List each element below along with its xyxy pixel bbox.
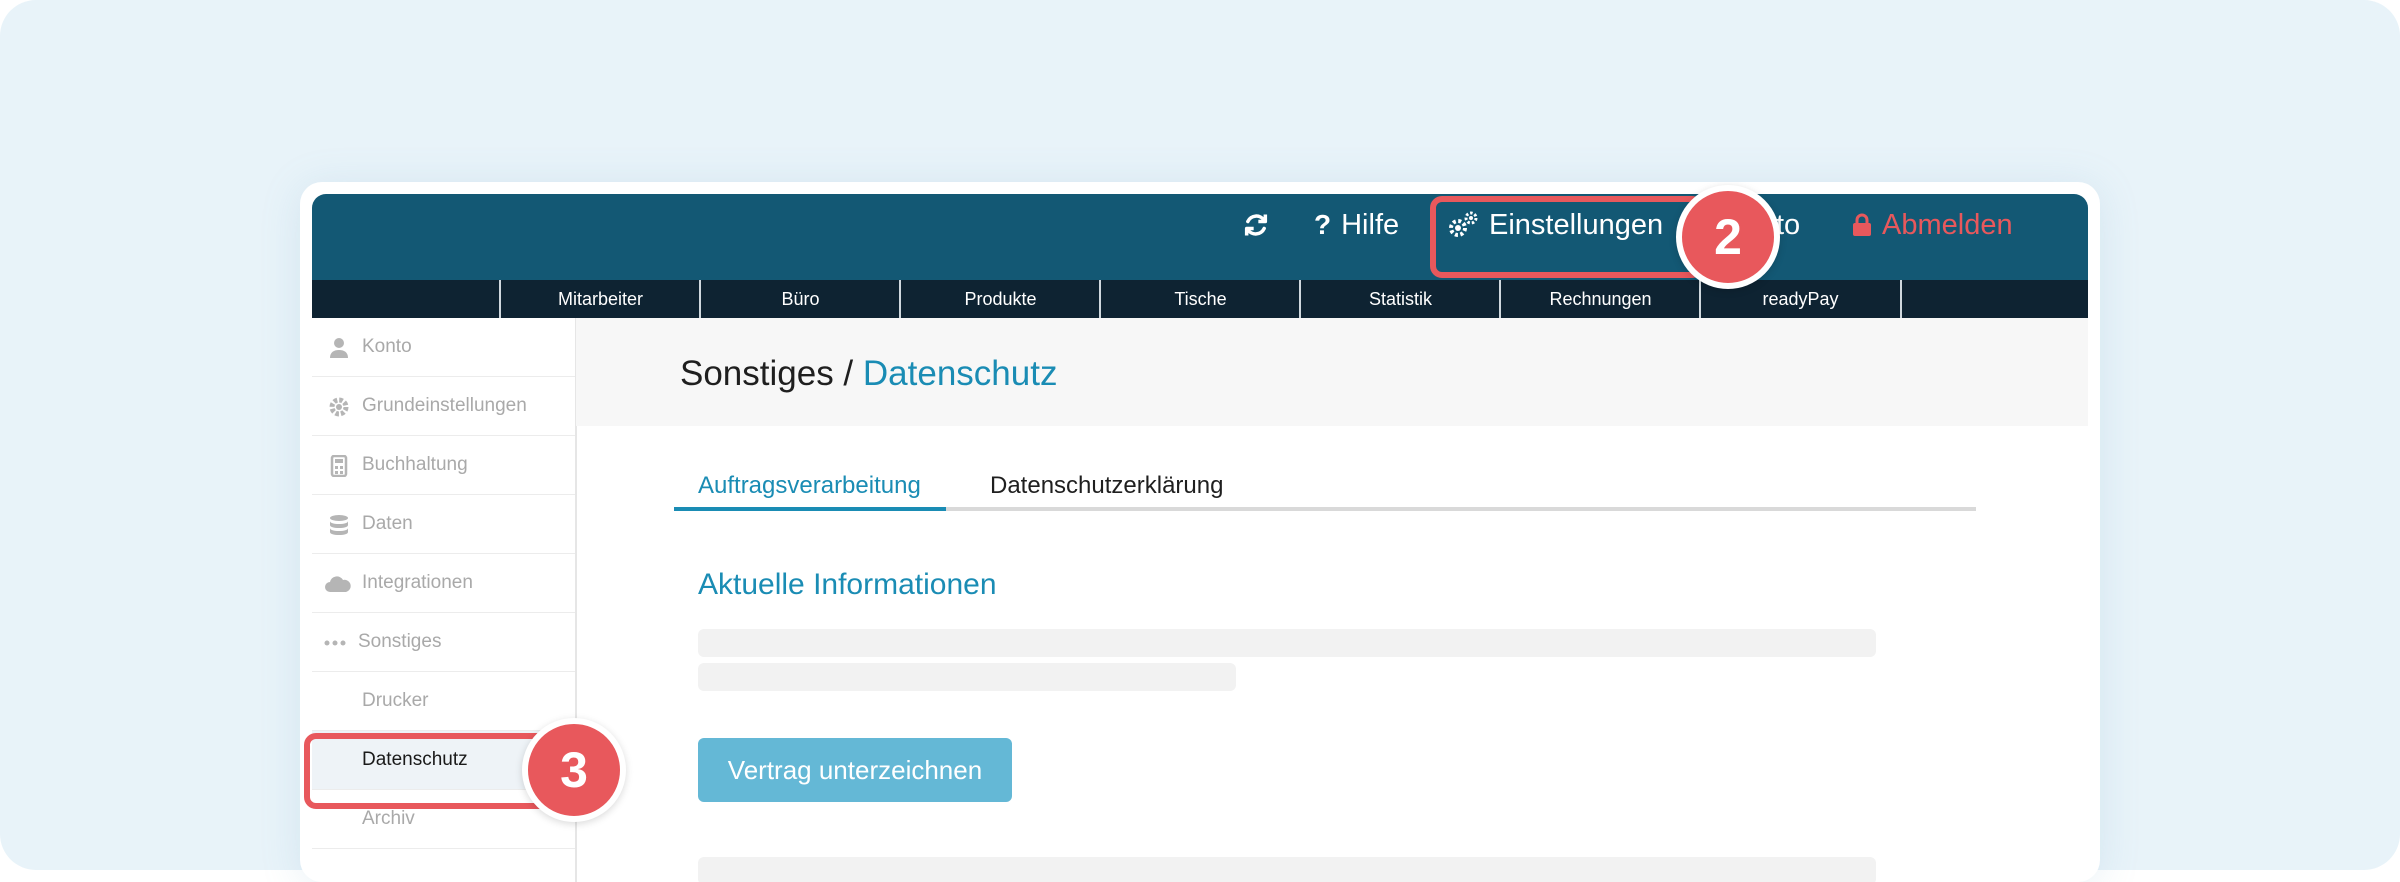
sidebar-item-label: Buchhaltung: [362, 454, 468, 475]
text-placeholder: [698, 629, 1876, 657]
subnav-tab-rechnungen[interactable]: Rechnungen: [1499, 280, 1700, 318]
highlight-settings: [1430, 196, 1704, 278]
refresh-button[interactable]: [1242, 211, 1270, 239]
subnav-tab-mitarbeiter[interactable]: Mitarbeiter: [499, 280, 700, 318]
sidebar-item-label: Daten: [362, 513, 413, 534]
app-window: ? Hilfe Einstellungen to Abmelden Mitarb…: [300, 182, 2100, 882]
sidebar-item-konto[interactable]: Konto: [312, 318, 575, 377]
tab-auftragsverarbeitung[interactable]: Auftragsverarbeitung: [698, 472, 921, 500]
ellipsis-icon: [324, 640, 346, 646]
sidebar-item-sonstiges[interactable]: Sonstiges: [312, 613, 575, 672]
sidebar-item-buchhaltung[interactable]: Buchhaltung: [312, 436, 575, 495]
sidebar-item-label: Integrationen: [362, 572, 473, 593]
content-tabs: Auftragsverarbeitung Datenschutzerklärun…: [674, 468, 1976, 511]
logout-label: Abmelden: [1882, 208, 2013, 241]
sign-contract-button[interactable]: Vertrag unterzeichnen: [698, 738, 1012, 802]
sidebar-item-daten[interactable]: Daten: [312, 495, 575, 554]
calculator-icon: [330, 455, 348, 477]
breadcrumb-current: Datenschutz: [862, 354, 1058, 393]
active-tab-indicator: [674, 507, 946, 511]
subnav-tab-tische[interactable]: Tische: [1099, 280, 1300, 318]
step-badge-3: 3: [522, 718, 626, 822]
sidebar-item-integrationen[interactable]: Integrationen: [312, 554, 575, 613]
help-link[interactable]: ? Hilfe: [1314, 182, 1399, 268]
section-title: Aktuelle Informationen: [698, 568, 997, 601]
sidebar-item-label: Konto: [362, 336, 412, 357]
subnav-tab-buero[interactable]: Büro: [699, 280, 900, 318]
sidebar-item-label: Drucker: [362, 690, 429, 711]
sub-nav: Mitarbeiter Büro Produkte Tische Statist…: [312, 280, 2088, 318]
question-icon: ?: [1314, 209, 1332, 240]
lock-icon: [1853, 213, 1871, 236]
subnav-tab-produkte[interactable]: Produkte: [899, 280, 1100, 318]
sidebar-item-grundeinstellungen[interactable]: Grundeinstellungen: [312, 377, 575, 436]
tab-datenschutzerklaerung[interactable]: Datenschutzerklärung: [990, 472, 1223, 500]
breadcrumb-parent: Sonstiges /: [680, 354, 854, 393]
text-placeholder: [698, 663, 1236, 691]
top-bar: [312, 194, 2088, 280]
gear-icon: [329, 397, 349, 417]
breadcrumb: Sonstiges / Datenschutz: [680, 354, 1057, 394]
user-icon: [330, 338, 348, 358]
refresh-icon: [1244, 214, 1268, 236]
account-link[interactable]: to: [1776, 182, 1800, 268]
database-icon: [330, 515, 348, 535]
sidebar-subitem-drucker[interactable]: Drucker: [312, 672, 575, 731]
help-label: Hilfe: [1341, 208, 1400, 241]
sidebar-item-label: Archiv: [362, 808, 415, 829]
sidebar-item-label: Sonstiges: [358, 631, 442, 652]
subnav-tab-statistik[interactable]: Statistik: [1299, 280, 1500, 318]
top-nav: [1242, 182, 1270, 268]
sidebar-item-label: Grundeinstellungen: [362, 395, 527, 416]
cloud-icon: [325, 576, 351, 592]
logout-link[interactable]: Abmelden: [1852, 182, 2013, 268]
step-badge-2: 2: [1676, 185, 1780, 289]
